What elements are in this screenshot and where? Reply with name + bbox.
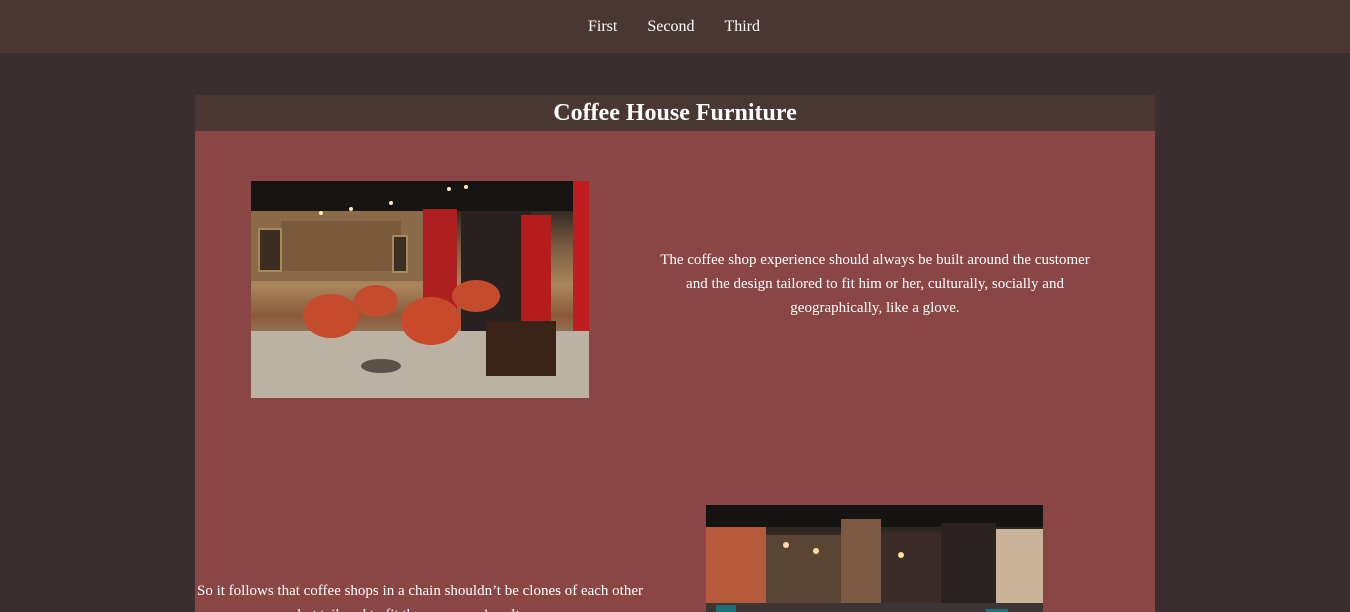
panel-title: Coffee House Furniture <box>195 95 1155 131</box>
coffee-shop-interior-photo <box>251 181 589 398</box>
coffee-shop-interior-illustration <box>251 181 589 398</box>
nav-item-first[interactable]: First <box>573 17 632 37</box>
paragraph-customer-experience: The coffee shop experience should always… <box>660 252 1090 316</box>
coffee-shop-counter-illustration <box>706 505 1043 612</box>
nav-item-third[interactable]: Third <box>709 17 775 37</box>
nav-menu: First Second Third <box>573 17 775 37</box>
content-panel: Coffee House Furniture The coffee shop e… <box>195 95 1155 612</box>
top-navigation-bar: First Second Third <box>0 0 1350 53</box>
nav-item-second[interactable]: Second <box>632 17 709 37</box>
paragraph-chain-shops: So it follows that coffee shops in a cha… <box>196 583 643 612</box>
coffee-shop-counter-photo <box>706 505 1043 612</box>
